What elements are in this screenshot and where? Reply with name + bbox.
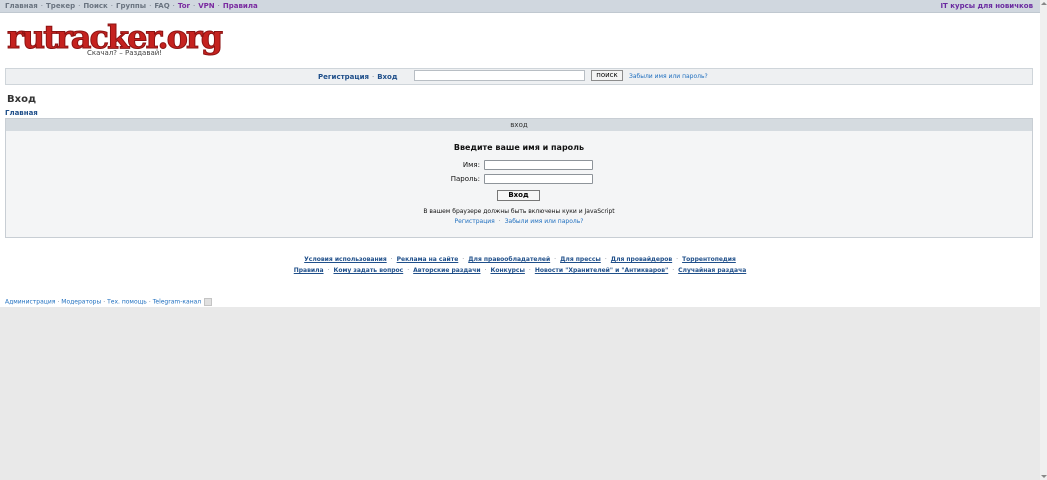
footer-contests-link[interactable]: Конкурсы — [490, 267, 524, 274]
password-label: Пароль: — [450, 175, 480, 183]
nav-separator: · — [193, 2, 196, 10]
footer-separator: · — [554, 256, 557, 263]
login-panel-links: Регистрация · Забыли имя или пароль? — [6, 218, 1032, 225]
site-logo[interactable]: rutracker.org Скачал? – Раздавай! — [6, 18, 223, 58]
scroll-up-icon[interactable] — [1041, 2, 1047, 5]
loginbar-links: Регистрация · Вход — [318, 73, 398, 81]
nav-separator: · — [217, 2, 220, 10]
it-courses-link[interactable]: IT курсы для новичков — [940, 2, 1033, 10]
nav-separator: · — [149, 2, 152, 10]
footer-separator: · — [676, 256, 679, 263]
loginbar-register-link[interactable]: Регистрация — [318, 73, 369, 81]
footer-separator: · — [484, 267, 487, 274]
login-panel: вход Введите ваше имя и пароль Имя: Паро… — [5, 118, 1033, 238]
top-navigation-bar: Главная · Трекер · Поиск · Группы · FAQ · Tor · VPN ·… — [0, 0, 1040, 13]
logo-slogan: Скачал? – Раздавай! — [87, 49, 163, 57]
login-form-title: Введите ваше имя и пароль — [453, 143, 585, 152]
panel-register-link[interactable]: Регистрация — [455, 218, 495, 225]
logo-text-org: .org — [157, 18, 224, 57]
bottom-separator: · — [103, 298, 106, 306]
panel-links-separator: · — [498, 218, 501, 225]
footer-providers-link[interactable]: Для провайдеров — [611, 256, 672, 263]
nav-groups[interactable]: Группы — [116, 2, 146, 10]
breadcrumb-home[interactable]: Главная — [5, 109, 38, 117]
login-search-bar: Регистрация · Вход поиск Забыли имя или па… — [5, 68, 1033, 85]
page-title: Вход — [7, 94, 37, 105]
search-button[interactable]: поиск — [591, 70, 623, 81]
footer-ask-link[interactable]: Кому задать вопрос — [333, 267, 403, 274]
footer-torrentopedia-link[interactable]: Торрентопедия — [682, 256, 736, 263]
footer-separator: · — [604, 256, 607, 263]
nav-separator: · — [78, 2, 81, 10]
password-field[interactable] — [484, 174, 593, 184]
page: Главная · Трекер · Поиск · Группы · FAQ · Tor · VPN ·… — [0, 0, 1040, 307]
footer-terms-link[interactable]: Условия использования — [304, 256, 387, 263]
admin-link[interactable]: Администрация — [5, 299, 55, 306]
nav-tor[interactable]: Tor — [178, 2, 190, 10]
loginbar-separator: · — [371, 73, 375, 81]
footer-separator: · — [390, 256, 393, 263]
panel-forgot-link[interactable]: Забыли имя или пароль? — [505, 218, 584, 225]
loginbar-forgot-link[interactable]: Забыли имя или пароль? — [629, 73, 708, 80]
nav-rules[interactable]: Правила — [223, 2, 258, 10]
bottom-links: Администрация · Модераторы · Тех. помощь · Tel… — [5, 298, 213, 306]
cookies-note: В вашем браузере должны быть включены ку… — [423, 208, 615, 215]
login-submit-button[interactable]: Вход — [497, 190, 540, 201]
footer-random-release-link[interactable]: Случайная раздача — [678, 267, 746, 274]
username-label: Имя: — [462, 161, 480, 169]
nav-faq[interactable]: FAQ — [154, 2, 169, 10]
footer-keepers-news-link[interactable]: Новости "Хранителей" и "Антикваров" — [535, 267, 668, 274]
footer-rules-link[interactable]: Правила — [294, 267, 324, 274]
nav-search[interactable]: Поиск — [83, 2, 107, 10]
nav-home[interactable]: Главная — [5, 2, 38, 10]
nav-vpn[interactable]: VPN — [198, 2, 214, 10]
footer-separator: · — [528, 267, 531, 274]
loginbar-login-link[interactable]: Вход — [377, 73, 397, 81]
nav-separator: · — [40, 2, 44, 10]
footer-separator: · — [327, 267, 330, 274]
footer-links-row-1: Условия использования · Реклама на сайте · Д… — [0, 256, 1040, 263]
bottom-separator: · — [57, 298, 60, 306]
nav-tracker[interactable]: Трекер — [46, 2, 75, 10]
nav-separator: · — [172, 2, 175, 10]
nav-separator: · — [110, 2, 114, 10]
footer-ads-link[interactable]: Реклама на сайте — [397, 256, 459, 263]
telegram-icon[interactable] — [204, 298, 213, 306]
page-scrollbar[interactable] — [1040, 0, 1047, 480]
search-input[interactable] — [414, 70, 585, 81]
scroll-down-icon[interactable] — [1041, 475, 1047, 478]
telegram-link[interactable]: Telegram-канал — [153, 299, 201, 306]
footer-separator: · — [672, 267, 675, 274]
footer-separator: · — [462, 256, 465, 263]
footer-copyright-link[interactable]: Для правообладателей — [468, 256, 550, 263]
bottom-separator: · — [148, 298, 151, 306]
top-nav-links: Главная · Трекер · Поиск · Группы · FAQ · Tor · VPN ·… — [5, 2, 258, 10]
login-panel-header: вход — [6, 119, 1032, 131]
footer-press-link[interactable]: Для прессы — [560, 256, 601, 263]
footer-separator: · — [407, 267, 410, 274]
footer-author-releases-link[interactable]: Авторские раздачи — [413, 267, 480, 274]
moderators-link[interactable]: Модераторы — [61, 299, 101, 306]
tech-help-link[interactable]: Тех. помощь — [107, 299, 147, 306]
footer-links-row-2: Правила · Кому задать вопрос · Авторские раз… — [0, 267, 1040, 274]
username-field[interactable] — [484, 160, 593, 170]
